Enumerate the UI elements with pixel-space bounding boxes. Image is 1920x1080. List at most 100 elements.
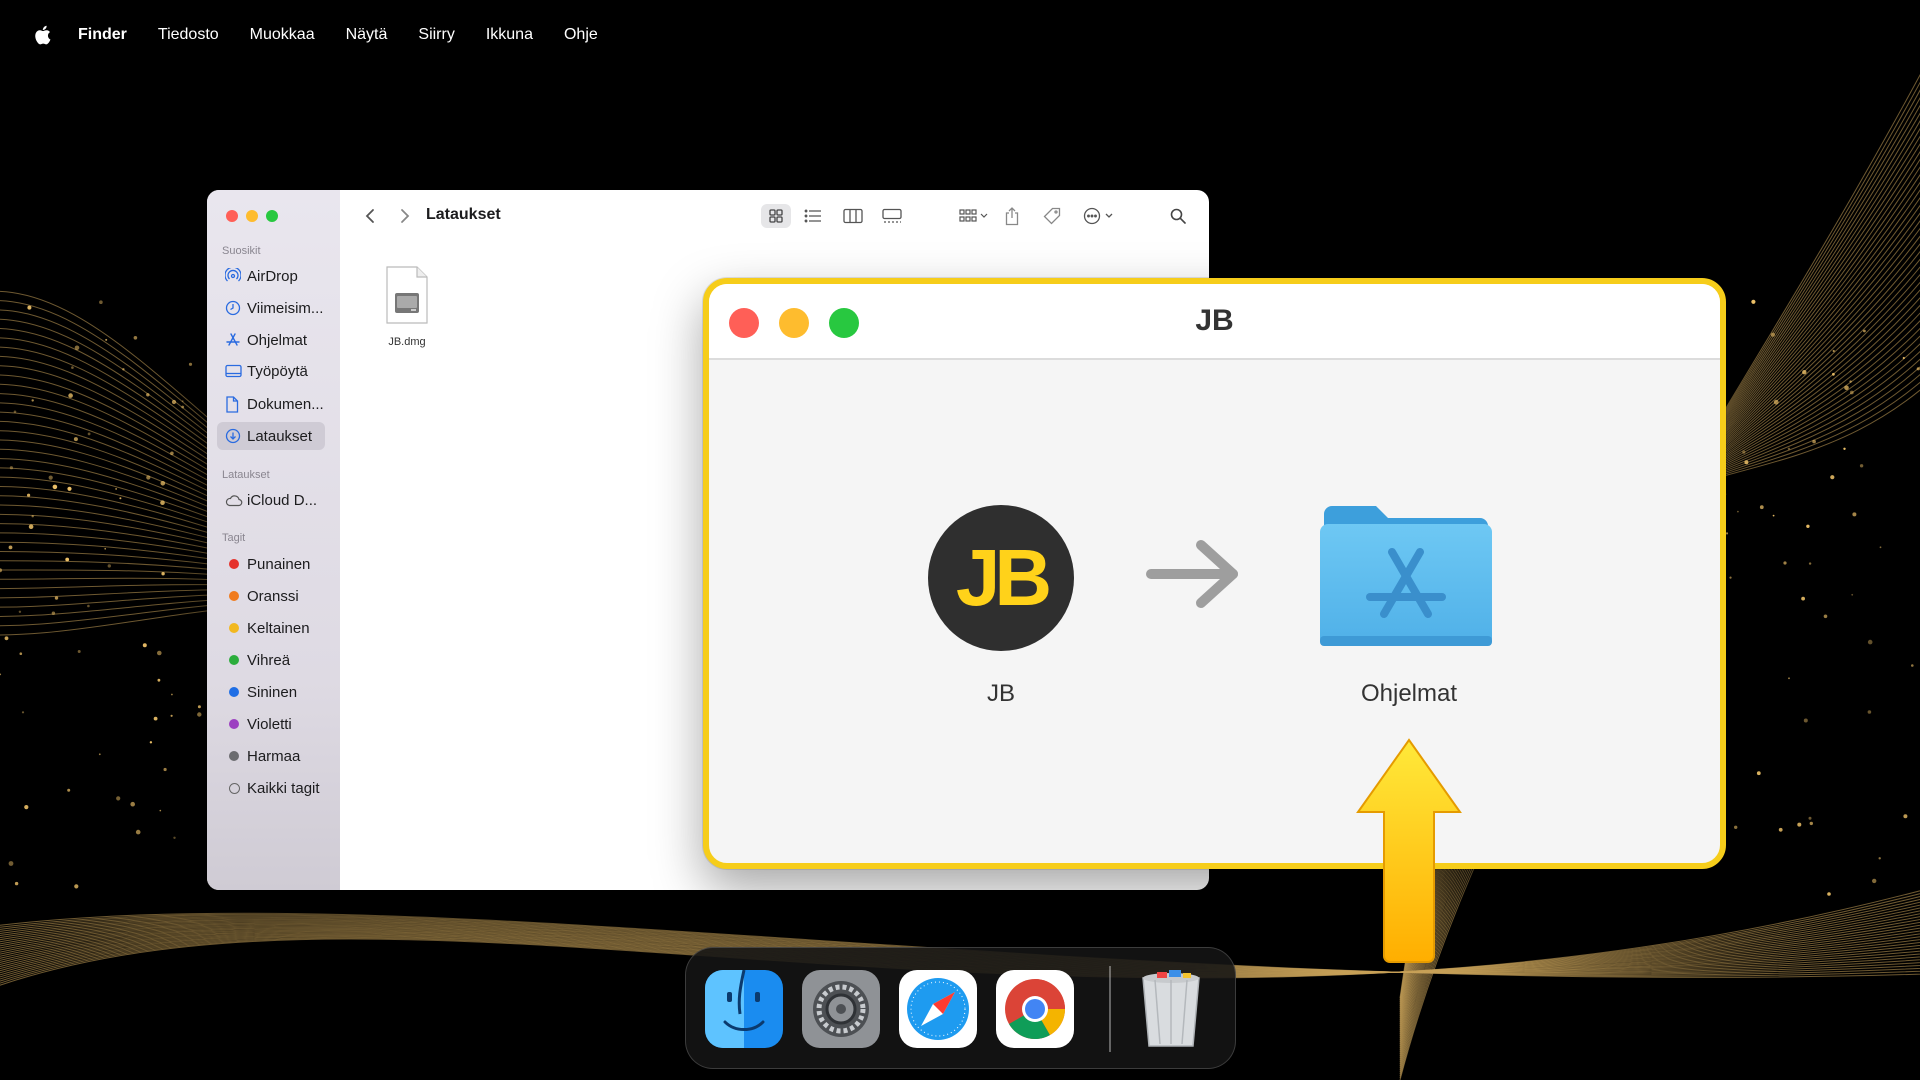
sidebar-tag-gray[interactable]: Harmaa bbox=[217, 742, 334, 770]
applications-folder-icon[interactable] bbox=[1318, 504, 1494, 654]
back-button[interactable] bbox=[360, 204, 380, 228]
tag-dot-orange bbox=[229, 591, 239, 601]
document-icon bbox=[225, 395, 247, 413]
menu-window[interactable]: Ikkuna bbox=[486, 26, 533, 44]
sparkle-dot bbox=[1859, 464, 1864, 468]
sparkle-dot bbox=[157, 678, 161, 682]
search-icon bbox=[1170, 208, 1186, 224]
sparkle-dot bbox=[133, 336, 138, 340]
tag-dot-yellow bbox=[229, 623, 239, 633]
sidebar-tag-purple[interactable]: Violetti bbox=[217, 710, 334, 738]
location-title: Lataukset bbox=[426, 206, 501, 223]
sparkle-dot bbox=[65, 557, 70, 562]
sidebar-tag-yellow[interactable]: Keltainen bbox=[217, 614, 334, 642]
apple-logo-icon[interactable] bbox=[32, 24, 52, 46]
columns-icon bbox=[843, 208, 863, 224]
sidebar-item-desktop[interactable]: Työpöytä bbox=[217, 357, 334, 385]
close-button[interactable] bbox=[226, 210, 238, 222]
sparkle-dot bbox=[1832, 349, 1835, 353]
sidebar-tag-green[interactable]: Vihreä bbox=[217, 646, 334, 674]
menu-help[interactable]: Ohje bbox=[564, 26, 598, 44]
sidebar-tag-red[interactable]: Punainen bbox=[217, 550, 334, 578]
sparkle-dot bbox=[1737, 510, 1739, 513]
sidebar-tag-orange[interactable]: Oranssi bbox=[217, 582, 334, 610]
share-button[interactable] bbox=[1000, 204, 1024, 228]
sparkle-dot bbox=[161, 572, 165, 576]
finder-icon[interactable] bbox=[705, 970, 783, 1048]
app-label: JB bbox=[986, 680, 1015, 707]
sparkle-dot bbox=[24, 805, 29, 810]
menu-finder[interactable]: Finder bbox=[78, 26, 127, 44]
sparkle-dot bbox=[31, 399, 34, 402]
tag-dot-gray bbox=[229, 751, 239, 761]
cloud-icon bbox=[225, 494, 247, 507]
tag-button[interactable] bbox=[1040, 204, 1064, 228]
file-name: JB.dmg bbox=[388, 336, 426, 348]
sparkle-dot bbox=[170, 451, 174, 456]
chevron-right-icon bbox=[401, 209, 410, 223]
sparkle-dot bbox=[115, 488, 117, 490]
sparkle-dot bbox=[8, 861, 14, 866]
search-button[interactable] bbox=[1166, 204, 1190, 228]
sidebar-item-downloads[interactable]: Lataukset bbox=[217, 422, 325, 450]
sparkle-dot bbox=[171, 399, 177, 405]
dock bbox=[685, 947, 1236, 1069]
zoom-button[interactable] bbox=[266, 210, 278, 222]
file-item[interactable]: JB.dmg bbox=[367, 265, 447, 348]
sidebar-all-tags[interactable]: Kaikki tagit bbox=[217, 774, 334, 802]
sidebar-item-icloud[interactable]: iCloud D... bbox=[217, 486, 334, 514]
jb-app-icon[interactable]: JB bbox=[928, 505, 1074, 651]
chevron-left-icon bbox=[365, 209, 374, 223]
clock-icon bbox=[225, 300, 247, 316]
sidebar-tag-blue[interactable]: Sininen bbox=[217, 678, 334, 706]
forward-button[interactable] bbox=[395, 204, 415, 228]
sidebar-item-recents[interactable]: Viimeisim... bbox=[217, 294, 334, 322]
menu-edit[interactable]: Muokkaa bbox=[250, 26, 315, 44]
more-button[interactable] bbox=[1080, 204, 1120, 228]
sidebar-item-applications[interactable]: Ohjelmat bbox=[217, 326, 334, 354]
applications-icon bbox=[225, 332, 247, 348]
sparkle-dot bbox=[1802, 370, 1807, 375]
trash-icon[interactable] bbox=[1131, 970, 1211, 1048]
sparkle-dot bbox=[8, 545, 13, 550]
sparkle-dot bbox=[1830, 475, 1835, 480]
sparkle-dot bbox=[21, 711, 25, 714]
minimize-button[interactable] bbox=[246, 210, 258, 222]
sparkle-dot bbox=[1770, 332, 1775, 337]
safari-icon[interactable] bbox=[899, 970, 977, 1048]
menu-view[interactable]: Näytä bbox=[346, 26, 388, 44]
sparkle-dot bbox=[197, 705, 201, 709]
sparkle-dot bbox=[1878, 857, 1881, 860]
download-icon bbox=[225, 428, 247, 444]
sparkle-dot bbox=[67, 788, 71, 792]
sparkle-dot bbox=[48, 475, 53, 480]
sparkle-dot bbox=[1808, 562, 1812, 565]
sidebar-item-airdrop[interactable]: AirDrop bbox=[217, 262, 334, 290]
sparkle-dot bbox=[1823, 614, 1828, 619]
desktop-icon bbox=[225, 364, 247, 378]
column-view-button[interactable] bbox=[838, 204, 868, 228]
sparkle-dot bbox=[74, 884, 79, 889]
icon-view-button[interactable] bbox=[761, 204, 791, 228]
sparkle-dot bbox=[163, 767, 167, 772]
sparkle-dot bbox=[67, 486, 72, 491]
sidebar-item-documents[interactable]: Dokumen... bbox=[217, 390, 334, 418]
sparkle-dot bbox=[27, 305, 32, 310]
menu-file[interactable]: Tiedosto bbox=[158, 26, 219, 44]
sparkle-dot bbox=[104, 548, 106, 550]
list-icon bbox=[804, 209, 821, 223]
list-view-button[interactable] bbox=[798, 204, 828, 228]
sparkle-dot bbox=[1852, 512, 1857, 517]
group-button[interactable] bbox=[954, 204, 994, 228]
system-settings-icon[interactable] bbox=[802, 970, 880, 1048]
menu-go[interactable]: Siirry bbox=[418, 26, 454, 44]
sparkle-dot bbox=[28, 524, 34, 529]
sparkle-dot bbox=[1778, 827, 1783, 832]
chrome-icon[interactable] bbox=[996, 970, 1074, 1048]
sparkle-dot bbox=[181, 405, 185, 409]
sparkle-dot bbox=[153, 716, 158, 721]
gallery-view-button[interactable] bbox=[877, 204, 907, 228]
sparkle-dot bbox=[1872, 878, 1877, 884]
sparkle-dot bbox=[157, 650, 162, 656]
more-icon bbox=[1083, 207, 1113, 225]
